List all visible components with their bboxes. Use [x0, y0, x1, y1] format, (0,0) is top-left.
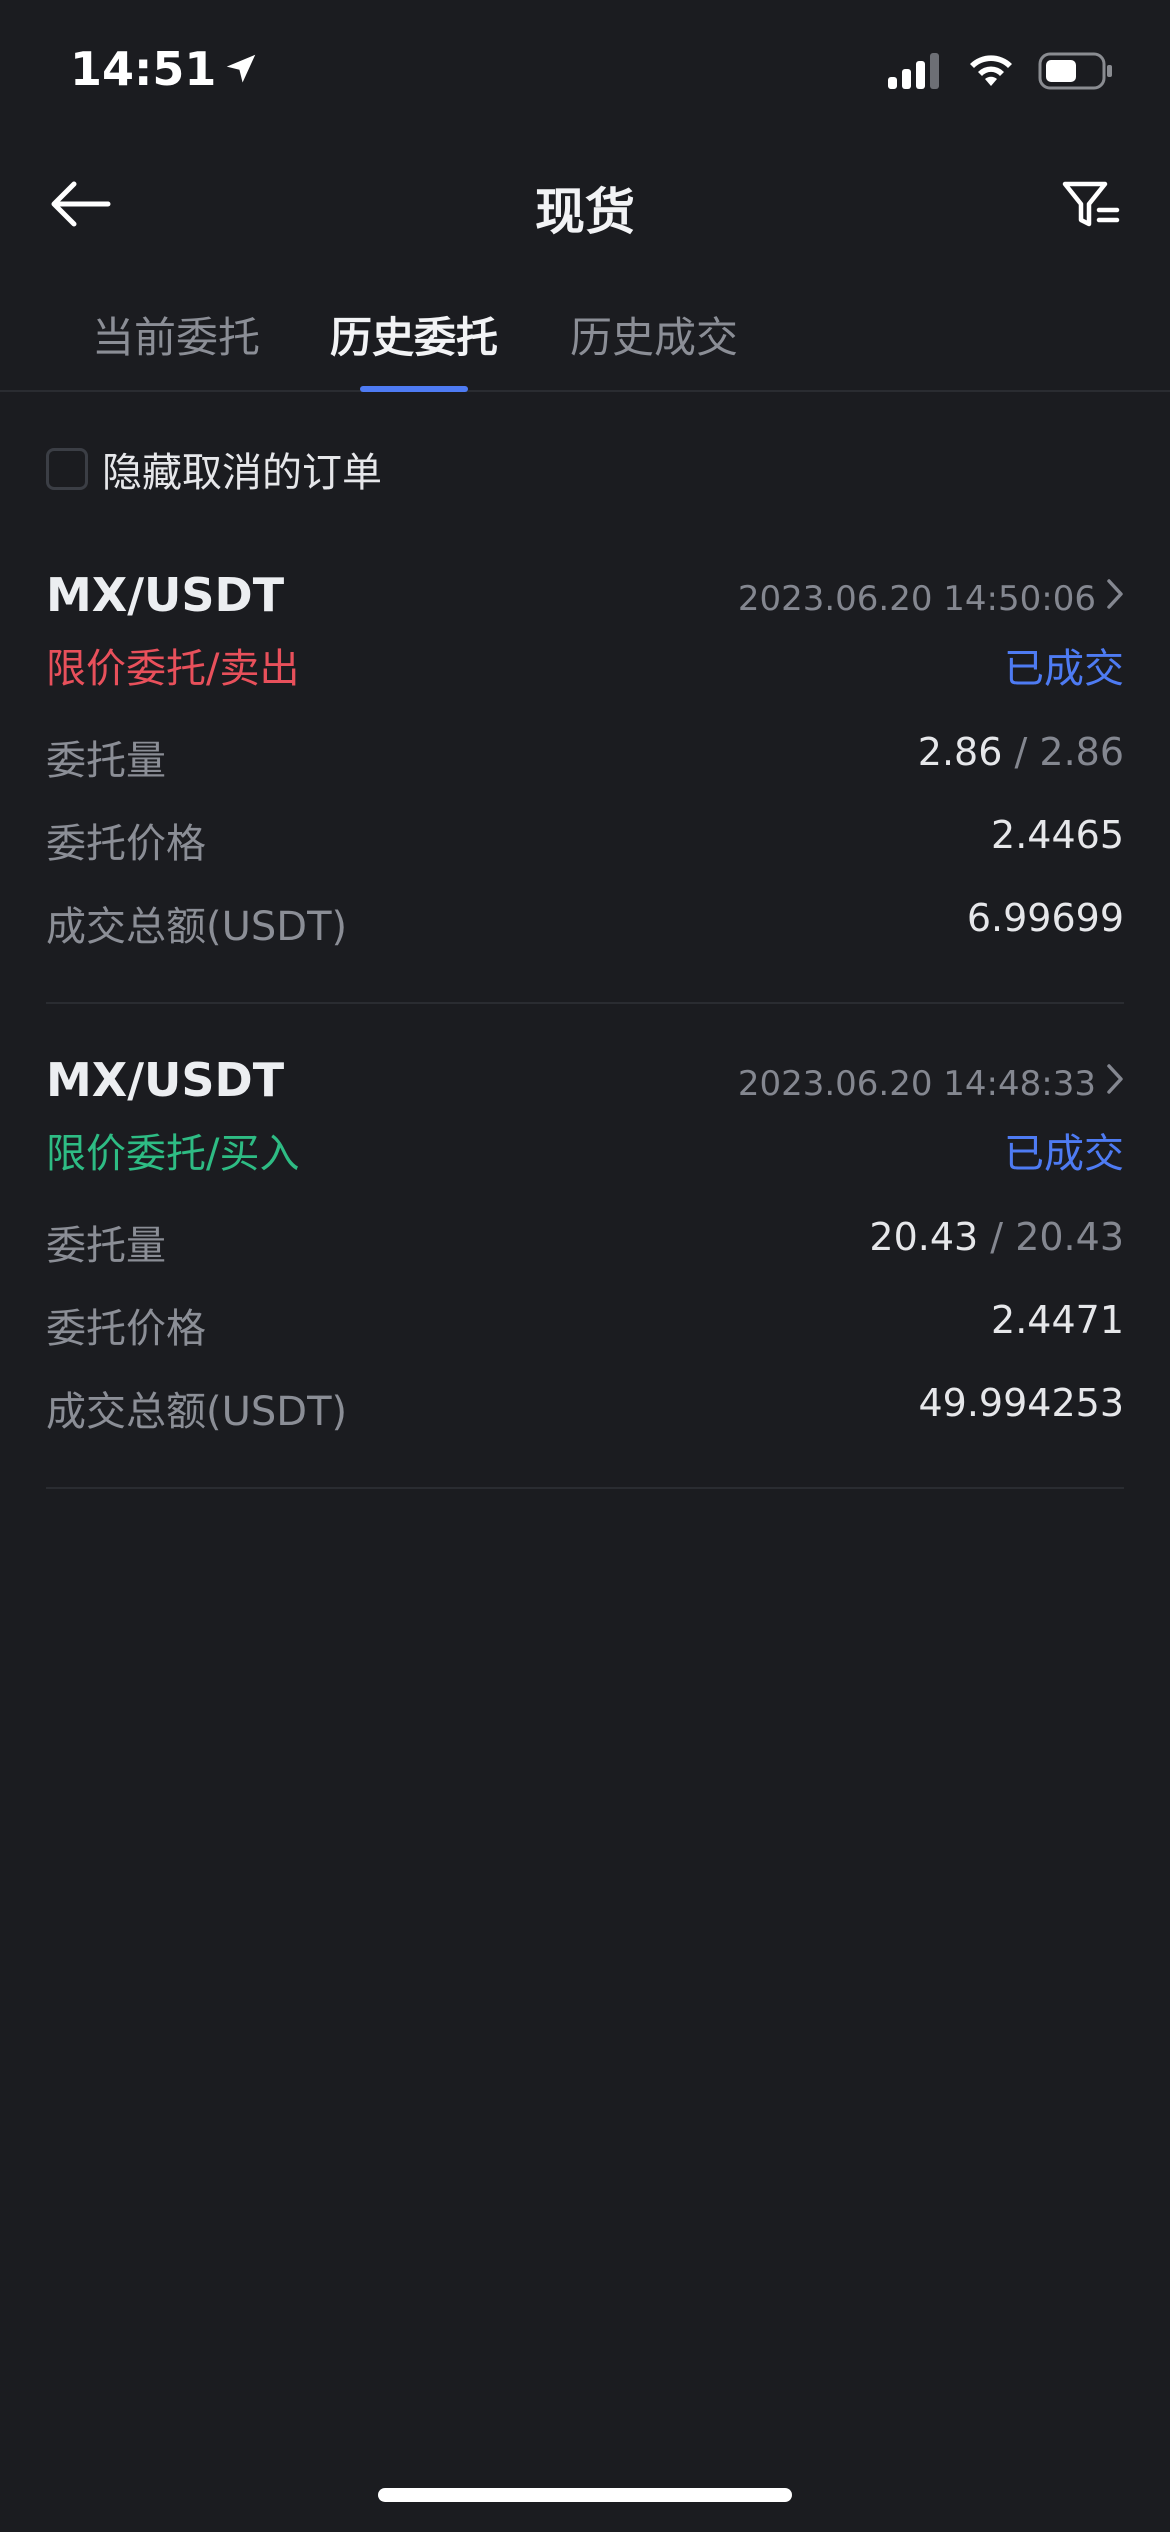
- price-value: 2.4471: [991, 1298, 1124, 1342]
- order-card[interactable]: MX/USDT 2023.06.20 14:48:33 限价委托/买入 已成交 …: [46, 1053, 1124, 1489]
- order-time: 2023.06.20 14:48:33: [737, 1063, 1096, 1104]
- amount-value: 49.994253: [918, 1381, 1125, 1425]
- chevron-right-icon: [1106, 1063, 1124, 1104]
- amount-value: 6.99699: [966, 896, 1124, 940]
- wifi-icon: [966, 52, 1016, 94]
- quantity-value: 2.86 / 2.86: [918, 730, 1124, 774]
- navigation-bar: 现货: [0, 150, 1170, 260]
- quantity-separator: /: [1014, 730, 1028, 774]
- amount-label: 成交总额(USDT): [46, 904, 348, 950]
- price-value: 2.4465: [991, 813, 1124, 857]
- location-arrow-icon: [222, 50, 260, 88]
- order-status: 已成交: [1004, 646, 1124, 692]
- hide-cancelled-toggle[interactable]: 隐藏取消的订单: [46, 440, 382, 498]
- tab-order-history[interactable]: 历史委托: [330, 304, 498, 365]
- status-time: 14:51: [70, 42, 217, 96]
- status-indicators: [888, 52, 1114, 94]
- amount-label: 成交总额(USDT): [46, 1389, 348, 1435]
- order-status: 已成交: [1004, 1131, 1124, 1177]
- order-tabs: 当前委托 历史委托 历史成交: [0, 290, 1170, 392]
- quantity-label: 委托量: [46, 1223, 166, 1269]
- page-title: 现货: [535, 183, 635, 241]
- battery-icon: [1038, 52, 1114, 94]
- home-indicator[interactable]: [378, 2488, 792, 2502]
- order-type: 限价委托/买入: [46, 1131, 300, 1177]
- status-time-group: 14:51: [70, 42, 260, 96]
- quantity-filled: 2.86: [917, 730, 1003, 774]
- order-time-link[interactable]: 2023.06.20 14:50:06: [738, 578, 1124, 619]
- order-card[interactable]: MX/USDT 2023.06.20 14:50:06 限价委托/卖出 已成交 …: [46, 568, 1124, 1004]
- price-label: 委托价格: [46, 1306, 206, 1352]
- cellular-signal-icon: [888, 53, 944, 93]
- quantity-filled: 20.43: [869, 1215, 979, 1259]
- status-bar: 14:51: [0, 0, 1170, 150]
- order-time-link[interactable]: 2023.06.20 14:48:33: [738, 1063, 1124, 1104]
- quantity-separator: /: [990, 1215, 1004, 1259]
- order-time: 2023.06.20 14:50:06: [737, 578, 1096, 619]
- hide-cancelled-checkbox[interactable]: [46, 448, 88, 490]
- quantity-total: 20.43: [1015, 1215, 1124, 1259]
- filter-button[interactable]: [1056, 176, 1126, 236]
- price-label: 委托价格: [46, 821, 206, 867]
- order-pair: MX/USDT: [46, 1053, 285, 1107]
- quantity-label: 委托量: [46, 738, 166, 784]
- quantity-value: 20.43 / 20.43: [869, 1215, 1124, 1259]
- active-tab-indicator: [360, 386, 468, 392]
- filter-icon: [1061, 178, 1121, 234]
- tab-trade-history[interactable]: 历史成交: [570, 304, 738, 365]
- quantity-total: 2.86: [1039, 730, 1124, 774]
- hide-cancelled-label: 隐藏取消的订单: [102, 450, 382, 496]
- chevron-right-icon: [1106, 578, 1124, 619]
- order-pair: MX/USDT: [46, 568, 285, 622]
- order-type: 限价委托/卖出: [46, 646, 300, 692]
- tab-current-orders[interactable]: 当前委托: [92, 304, 260, 365]
